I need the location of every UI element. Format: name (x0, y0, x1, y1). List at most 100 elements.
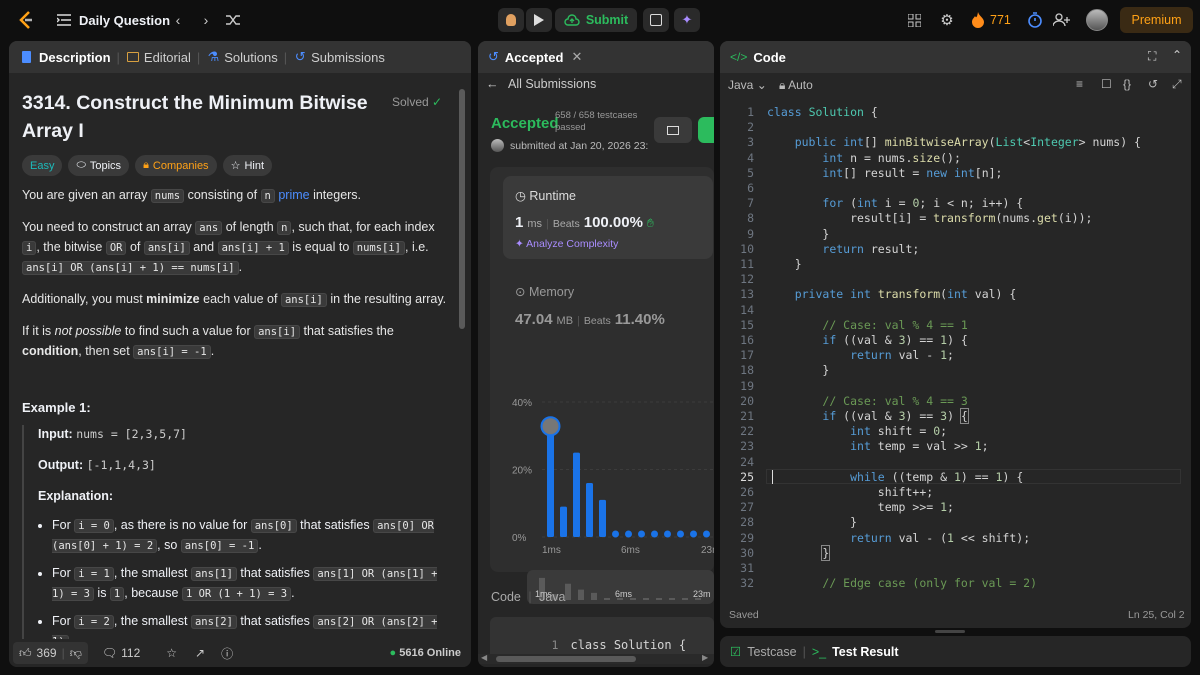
shuffle-icon[interactable] (225, 12, 241, 28)
cloud-upload-icon (564, 14, 580, 26)
language-select[interactable]: Java ⌄ (728, 78, 767, 92)
runtime-card[interactable]: ◷ Runtime 1 ms | Beats 100.00% ✋︎ ✦ Anal… (503, 176, 713, 259)
chart-bar (690, 530, 697, 538)
streak-fire-icon[interactable] (971, 11, 985, 29)
mini-chart-bar (656, 598, 662, 600)
analyze-complexity-link[interactable]: ✦ Analyze Complexity (515, 238, 618, 250)
explanation-item-2: For i = 1, the smallest ans[1] that sati… (52, 564, 447, 604)
help-icon[interactable]: ⓘ (221, 645, 233, 662)
next-problem-icon[interactable]: › (198, 12, 214, 28)
clock-icon: ◷ (515, 189, 526, 203)
chart-bar (625, 530, 632, 538)
tab-solutions[interactable]: Solutions (224, 50, 277, 65)
tab-editorial[interactable]: Editorial (144, 50, 191, 65)
auto-mode-toggle[interactable]: 🔒︎ Auto (779, 78, 813, 93)
topics-tag[interactable]: ⬭ Topics (68, 155, 130, 176)
close-tab-icon[interactable]: ✕ (571, 49, 582, 65)
scroll-left-icon[interactable]: ◀ (481, 653, 487, 662)
solution-button[interactable] (698, 117, 714, 143)
runtime-beats-label: Beats (552, 218, 580, 230)
settings-gear-icon[interactable]: ⚙ (939, 12, 955, 29)
tab-description[interactable]: Description (39, 50, 111, 65)
difficulty-tag: Easy (22, 155, 63, 176)
leetcode-logo-icon[interactable] (16, 10, 36, 30)
hint-tag[interactable]: ☆ Hint (222, 155, 272, 176)
share-icon[interactable]: ↗ (195, 646, 205, 660)
bookmark-icon[interactable]: ☐ (1101, 77, 1112, 91)
debug-button[interactable] (498, 8, 524, 32)
comments-count[interactable]: 112 (121, 646, 140, 660)
explanation-item-1: For i = 0, as there is no value for ans[… (52, 516, 447, 556)
current-user-marker (540, 416, 561, 437)
ai-assistant-button[interactable]: ✦ (674, 8, 700, 32)
cursor-position: Ln 25, Col 2 (1128, 609, 1185, 621)
submission-panel: ↺ Accepted ✕ ← All Submissions Accepted … (478, 41, 714, 667)
tab-accepted[interactable]: Accepted (505, 50, 564, 65)
mini-chart-bar (682, 598, 688, 600)
collapse-icon[interactable]: ⌃ (1172, 48, 1182, 62)
description-paragraph-1: You are given an array nums consisting o… (22, 188, 362, 203)
memory-stat[interactable]: ⊙ Memory 47.04 MB | Beats 11.40% (515, 284, 665, 328)
tab-testcase[interactable]: Testcase (747, 645, 796, 659)
description-scrollbar[interactable] (459, 89, 465, 329)
expand-icon[interactable]: ⤢ (1172, 77, 1182, 92)
editor-status-bar: Saved Ln 25, Col 2 (720, 606, 1191, 628)
panel-resize-handle[interactable] (935, 630, 965, 633)
scroll-right-icon[interactable]: ▶ (702, 653, 708, 662)
terminal-icon: >_ (811, 644, 827, 659)
example-explanation-label: Explanation: (38, 489, 114, 503)
layout-icon[interactable] (906, 12, 922, 28)
code-editor-text[interactable]: class Solution { public int[] minBitwise… (767, 105, 1141, 592)
runtime-beats: 100.00% (583, 214, 643, 231)
memory-value: 47.04 (515, 311, 553, 328)
description-paragraph-3: Additionally, you must minimize each val… (22, 292, 447, 307)
memory-label: Memory (528, 285, 575, 299)
editorial-button[interactable] (654, 117, 692, 143)
prev-problem-icon[interactable]: ‹ (170, 12, 186, 28)
format-icon[interactable]: ≡ (1076, 77, 1083, 91)
testcases-passed: 658 / 658 testcases passed (555, 110, 638, 133)
user-avatar[interactable] (1086, 9, 1108, 31)
stats-card: ◷ Runtime 1 ms | Beats 100.00% ✋︎ ✦ Anal… (490, 167, 714, 604)
daily-question-title[interactable]: Daily Question (79, 13, 170, 28)
thumbs-down-icon[interactable]: 👎︎ (70, 646, 82, 661)
problem-tags: Easy ⬭ Topics 🔒︎ Companies ☆ Hint (22, 155, 447, 176)
accepted-status: Accepted (491, 115, 559, 132)
premium-button[interactable]: Premium (1120, 7, 1193, 33)
horizontal-scrollbar[interactable]: ◀ ▶ (478, 653, 714, 664)
code-label: Code (491, 590, 521, 604)
chart-bar (651, 530, 658, 538)
code-preview-line-1: class Solution { (570, 638, 687, 653)
star-icon[interactable]: ☆ (166, 646, 177, 660)
reset-icon[interactable]: ↺ (1148, 77, 1158, 91)
notes-button[interactable] (643, 8, 669, 32)
prime-link[interactable]: prime (278, 188, 309, 202)
runtime-distribution-chart[interactable]: 40% 20% 0% 1ms 6ms 23m (490, 393, 714, 573)
timer-icon[interactable] (1027, 11, 1043, 29)
run-button[interactable] (526, 8, 552, 32)
submit-label: Submit (585, 13, 629, 27)
submit-button[interactable]: Submit (555, 8, 637, 32)
maximize-icon[interactable]: ⛶ (1148, 49, 1156, 64)
like-button[interactable]: 👍︎ 369 | 👎︎ (13, 642, 88, 664)
back-to-submissions[interactable]: ← All Submissions (486, 77, 596, 91)
runtime-unit: ms (527, 218, 543, 230)
book-icon (667, 125, 679, 135)
companies-tag[interactable]: 🔒︎ Companies (135, 155, 217, 176)
editor-toolbar: Java ⌄ 🔒︎ Auto ≡ ☐ {} ↺ ⤢ (720, 73, 1191, 97)
braces-icon[interactable]: {} (1123, 77, 1131, 91)
code-section-header: Code | Java (491, 590, 566, 604)
save-status: Saved (729, 609, 759, 621)
example-input: Input: nums = [2,3,5,7] (38, 427, 187, 441)
tab-test-result[interactable]: Test Result (832, 645, 898, 659)
mini-chart-bar (643, 598, 649, 600)
code-editor-panel: </> Code ⛶ ⌃ Java ⌄ 🔒︎ Auto ≡ ☐ {} ↺ ⤢ 1… (720, 41, 1191, 628)
comments-icon[interactable]: 🗨︎ (102, 646, 117, 660)
chart-bar (703, 530, 710, 538)
sparkle-icon: ✦ (681, 12, 693, 27)
chart-bar (586, 483, 593, 537)
problem-list-icon[interactable] (56, 12, 72, 28)
tab-submissions[interactable]: Submissions (311, 50, 385, 65)
add-friend-icon[interactable] (1053, 11, 1071, 29)
problem-title: 3314. Construct the Minimum Bitwise Arra… (22, 92, 368, 142)
